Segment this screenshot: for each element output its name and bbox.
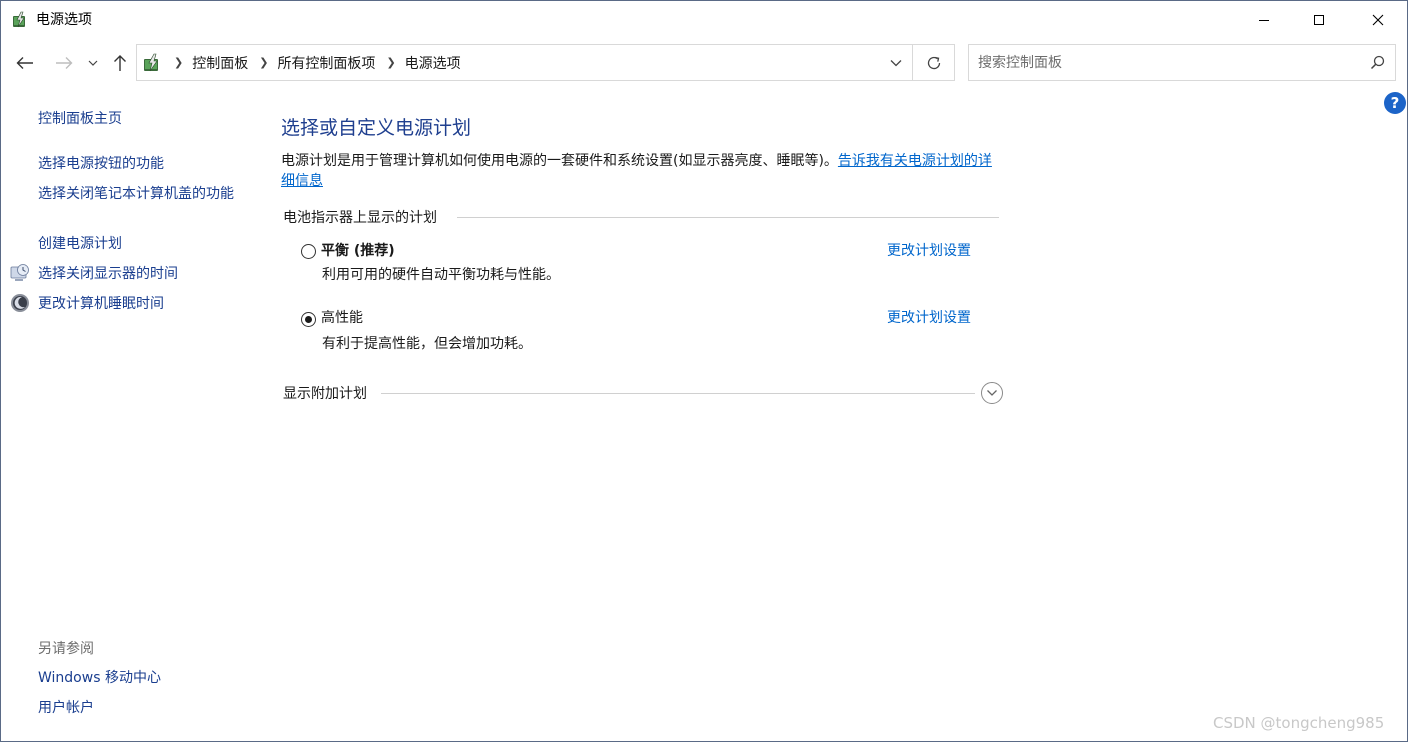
see-also-user-accounts[interactable]: 用户帐户 bbox=[38, 698, 94, 718]
change-plan-settings-balanced[interactable]: 更改计划设置 bbox=[887, 242, 971, 260]
address-bar[interactable]: ❯ 控制面板 ❯ 所有控制面板项 ❯ 电源选项 bbox=[136, 44, 955, 81]
sidebar-item-power-button[interactable]: 选择电源按钮的功能 bbox=[38, 154, 164, 174]
recent-locations-button[interactable] bbox=[83, 51, 103, 75]
back-button[interactable] bbox=[13, 51, 37, 75]
display-icon bbox=[10, 264, 29, 281]
page-description: 电源计划是用于管理计算机如何使用电源的一套硬件和系统设置(如显示器亮度、睡眠等)… bbox=[281, 151, 1003, 191]
breadcrumb-separator: ❯ bbox=[386, 56, 396, 69]
sidebar-item-home[interactable]: 控制面板主页 bbox=[38, 109, 122, 129]
help-icon[interactable]: ? bbox=[1384, 92, 1406, 114]
search-placeholder: 搜索控制面板 bbox=[978, 55, 1062, 71]
page-title: 选择或自定义电源计划 bbox=[281, 117, 472, 139]
breadcrumb-all-items[interactable]: 所有控制面板项 bbox=[277, 53, 375, 73]
see-also-heading: 另请参阅 bbox=[38, 641, 94, 657]
watermark-text: CSDN @tongcheng985 bbox=[1213, 714, 1385, 732]
chevron-down-icon bbox=[987, 390, 997, 396]
group-divider bbox=[457, 217, 999, 218]
window-title: 电源选项 bbox=[36, 12, 92, 28]
breadcrumb-power-options[interactable]: 电源选项 bbox=[405, 53, 461, 73]
chevron-down-icon bbox=[88, 60, 98, 66]
title-bar: 电源选项 bbox=[1, 1, 1407, 39]
sleep-moon-icon bbox=[11, 294, 29, 312]
plans-group-header: 电池指示器上显示的计划 bbox=[283, 210, 437, 226]
plan-desc-balanced: 利用可用的硬件自动平衡功耗与性能。 bbox=[322, 267, 560, 283]
address-history-dropdown[interactable] bbox=[879, 45, 913, 80]
show-additional-plans-label[interactable]: 显示附加计划 bbox=[283, 385, 367, 403]
change-plan-settings-high-performance[interactable]: 更改计划设置 bbox=[887, 309, 971, 327]
close-icon bbox=[1372, 14, 1384, 26]
arrow-up-icon bbox=[114, 55, 126, 71]
refresh-button[interactable] bbox=[912, 45, 954, 80]
power-options-icon bbox=[13, 11, 25, 28]
arrow-right-icon bbox=[56, 57, 73, 69]
search-icon bbox=[1370, 55, 1385, 70]
plan-name-balanced[interactable]: 平衡 (推荐) bbox=[321, 242, 395, 260]
radio-high-performance[interactable] bbox=[301, 312, 316, 327]
sidebar-item-display-off[interactable]: 选择关闭显示器的时间 bbox=[38, 264, 178, 284]
expand-additional-plans-button[interactable] bbox=[981, 382, 1003, 404]
maximize-button[interactable] bbox=[1296, 1, 1342, 39]
plan-name-high-performance[interactable]: 高性能 bbox=[321, 309, 363, 327]
refresh-icon bbox=[927, 56, 940, 69]
plan-desc-high-performance: 有利于提高性能，但会增加功耗。 bbox=[322, 336, 532, 352]
breadcrumb-separator: ❯ bbox=[259, 56, 269, 69]
up-button[interactable] bbox=[108, 51, 132, 75]
power-options-window: 电源选项 ❯ 控制面板 ❯ 所有控制面板项 ❯ 电源选项 搜索控制面板 ? 控制… bbox=[0, 0, 1408, 742]
sidebar-item-create-plan[interactable]: 创建电源计划 bbox=[38, 234, 122, 254]
close-button[interactable] bbox=[1355, 1, 1401, 39]
see-also-mobility-center[interactable]: Windows 移动中心 bbox=[38, 668, 161, 688]
description-text: 电源计划是用于管理计算机如何使用电源的一套硬件和系统设置(如显示器亮度、睡眠等)… bbox=[281, 153, 838, 169]
radio-balanced[interactable] bbox=[301, 244, 316, 259]
arrow-left-icon bbox=[16, 57, 33, 69]
additional-plans-divider bbox=[381, 393, 975, 394]
chevron-down-icon bbox=[890, 59, 902, 66]
breadcrumb-separator: ❯ bbox=[174, 56, 184, 69]
sidebar-item-sleep-time[interactable]: 更改计算机睡眠时间 bbox=[38, 294, 164, 314]
sidebar-item-lid-close[interactable]: 选择关闭笔记本计算机盖的功能 bbox=[38, 184, 243, 204]
maximize-icon bbox=[1314, 15, 1324, 25]
minimize-button[interactable] bbox=[1241, 1, 1287, 39]
forward-button[interactable] bbox=[52, 51, 76, 75]
search-input[interactable]: 搜索控制面板 bbox=[968, 44, 1396, 81]
breadcrumb-control-panel[interactable]: 控制面板 bbox=[192, 53, 248, 73]
control-panel-icon bbox=[144, 53, 158, 71]
minimize-icon bbox=[1259, 20, 1269, 21]
